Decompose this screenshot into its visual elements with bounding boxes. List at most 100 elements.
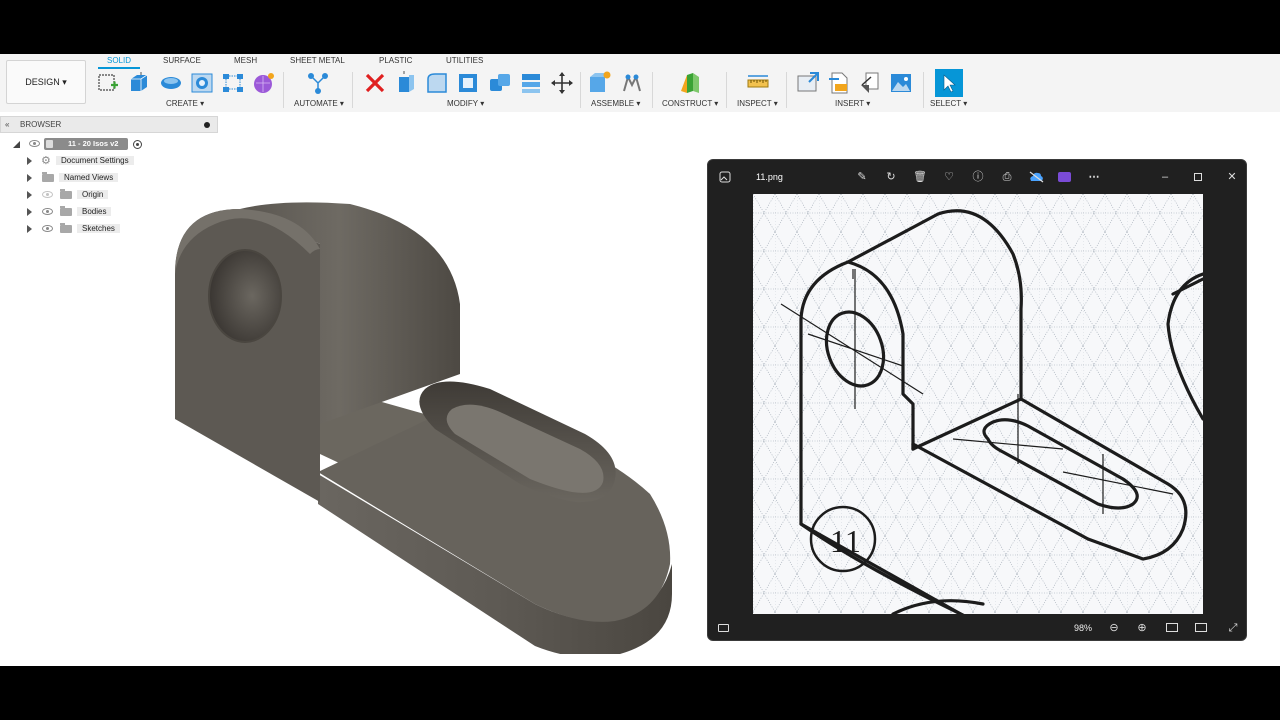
browser-options-icon[interactable] [204, 122, 210, 128]
document-name: 11 - 20 Isos v2 [68, 139, 119, 148]
tab-plastic[interactable]: PLASTIC [379, 56, 412, 65]
shell-icon[interactable] [456, 71, 480, 95]
viewport-3d-part[interactable] [160, 134, 680, 654]
delete-icon[interactable] [363, 71, 387, 95]
fullscreen-icon[interactable]: ⤢ [1226, 621, 1240, 635]
tab-sheet-metal[interactable]: SHEET METAL [290, 56, 345, 65]
new-component-icon[interactable] [588, 71, 612, 95]
insert-mesh-icon[interactable] [858, 71, 882, 95]
filmstrip-toggle-icon[interactable] [718, 624, 729, 632]
info-icon[interactable]: ⓘ [971, 170, 985, 184]
image-canvas[interactable]: 11 [753, 194, 1203, 614]
extrude-icon[interactable] [127, 71, 151, 95]
browser-header[interactable]: « BROWSER [0, 116, 218, 133]
delete-icon[interactable]: 🗑 [913, 170, 927, 184]
workspace-switcher-button[interactable]: DESIGN ▾ [6, 60, 86, 104]
measure-icon[interactable] [746, 71, 770, 95]
fusion-app: DESIGN ▾ SOLID SURFACE MESH SHEET METAL … [0, 54, 1280, 666]
tree-item-label: Bodies [77, 207, 112, 216]
separator [352, 72, 353, 108]
favorite-heart-icon[interactable]: ♡ [942, 170, 956, 184]
clipchamp-icon[interactable] [1058, 171, 1071, 183]
select-tool-icon[interactable] [935, 69, 963, 97]
expand-triangle-icon[interactable] [27, 225, 32, 233]
fillet-icon[interactable] [425, 71, 449, 95]
visibility-eye-icon[interactable] [42, 225, 53, 232]
photo-viewer-window[interactable]: 11.png ✎ ↻ 🗑 ♡ ⓘ ⎙ ⋯ – ✕ 11 98% ⊖ ⊕ ⤢ [707, 159, 1247, 641]
sketch-annotation-number: 11 [830, 523, 861, 559]
tab-surface[interactable]: SURFACE [163, 56, 201, 65]
onedrive-icon[interactable] [1029, 171, 1044, 183]
close-icon[interactable]: ✕ [1225, 170, 1239, 184]
tab-utilities[interactable]: UTILITIES [446, 56, 483, 65]
print-icon[interactable]: ⎙ [1000, 170, 1014, 184]
move-copy-icon[interactable] [550, 71, 574, 95]
insert-svg-icon[interactable] [827, 71, 851, 95]
maximize-icon[interactable] [1194, 173, 1202, 181]
create-form-icon[interactable] [252, 71, 276, 95]
automate-group-label[interactable]: AUTOMATE ▾ [294, 99, 344, 108]
expand-triangle-icon[interactable] [27, 157, 32, 165]
activate-radio-icon[interactable] [133, 140, 142, 149]
gallery-icon[interactable] [719, 171, 731, 183]
minimize-icon[interactable]: – [1158, 170, 1172, 184]
insert-canvas-icon[interactable] [889, 71, 913, 95]
more-options-icon[interactable]: ⋯ [1087, 170, 1101, 184]
separator [652, 72, 653, 108]
collapse-browser-icon[interactable]: « [5, 120, 9, 129]
expanded-triangle-icon[interactable] [12, 140, 21, 149]
offset-plane-icon[interactable] [678, 71, 702, 95]
pattern-icon[interactable] [221, 71, 245, 95]
select-group-label[interactable]: SELECT ▾ [930, 99, 967, 108]
expand-triangle-icon[interactable] [27, 191, 32, 199]
separator [726, 72, 727, 108]
joint-icon[interactable] [620, 71, 644, 95]
press-pull-icon[interactable] [394, 71, 418, 95]
separator [786, 72, 787, 108]
folder-icon [60, 223, 72, 233]
file-name: 11.png [756, 172, 783, 182]
isometric-sketch-image: 11 [753, 194, 1203, 614]
construct-group-label[interactable]: CONSTRUCT ▾ [662, 99, 718, 108]
document-chip: 11 - 20 Isos v2 [44, 138, 128, 150]
separator [580, 72, 581, 108]
viewer-titlebar[interactable]: 11.png ✎ ↻ 🗑 ♡ ⓘ ⎙ ⋯ – ✕ [708, 160, 1246, 194]
insert-derive-icon[interactable] [796, 71, 820, 95]
zoom-out-icon[interactable]: ⊖ [1107, 621, 1121, 635]
tree-item-label: Document Settings [56, 156, 134, 165]
browser-title: BROWSER [20, 120, 62, 129]
toolbar: DESIGN ▾ SOLID SURFACE MESH SHEET METAL … [0, 54, 1280, 112]
fit-to-window-icon[interactable] [1195, 623, 1207, 632]
inspect-group-label[interactable]: INSPECT ▾ [737, 99, 778, 108]
assemble-group-label[interactable]: ASSEMBLE ▾ [591, 99, 640, 108]
folder-icon [42, 172, 54, 182]
separator [283, 72, 284, 108]
tree-item-label: Origin [77, 190, 109, 199]
modify-group-label[interactable]: MODIFY ▾ [447, 99, 484, 108]
insert-group-label[interactable]: INSERT ▾ [835, 99, 870, 108]
combine-icon[interactable] [488, 71, 512, 95]
visibility-eye-icon[interactable] [42, 208, 53, 215]
tab-solid[interactable]: SOLID [107, 56, 131, 65]
zoom-in-icon[interactable]: ⊕ [1135, 621, 1149, 635]
automate-icon[interactable] [306, 71, 330, 95]
tab-mesh[interactable]: MESH [234, 56, 257, 65]
revolve-icon[interactable] [159, 71, 183, 95]
component-icon [46, 140, 53, 148]
visibility-eye-icon[interactable] [29, 140, 40, 147]
edit-image-icon[interactable]: ✎ [855, 170, 869, 184]
create-sketch-icon[interactable] [96, 71, 120, 95]
viewer-statusbar: 98% ⊖ ⊕ ⤢ [708, 614, 1246, 640]
gear-icon: ⚙ [41, 155, 51, 167]
offset-face-icon[interactable] [519, 71, 543, 95]
expand-triangle-icon[interactable] [27, 208, 32, 216]
expand-triangle-icon[interactable] [27, 174, 32, 182]
rotate-icon[interactable]: ↻ [884, 170, 898, 184]
hole-icon[interactable] [190, 71, 214, 95]
zoom-level: 98% [1074, 623, 1093, 633]
visibility-eye-icon[interactable] [42, 191, 53, 198]
create-group-label[interactable]: CREATE ▾ [166, 99, 204, 108]
actual-size-icon[interactable] [1166, 623, 1178, 632]
active-tab-indicator [98, 67, 140, 69]
folder-icon [60, 189, 72, 199]
